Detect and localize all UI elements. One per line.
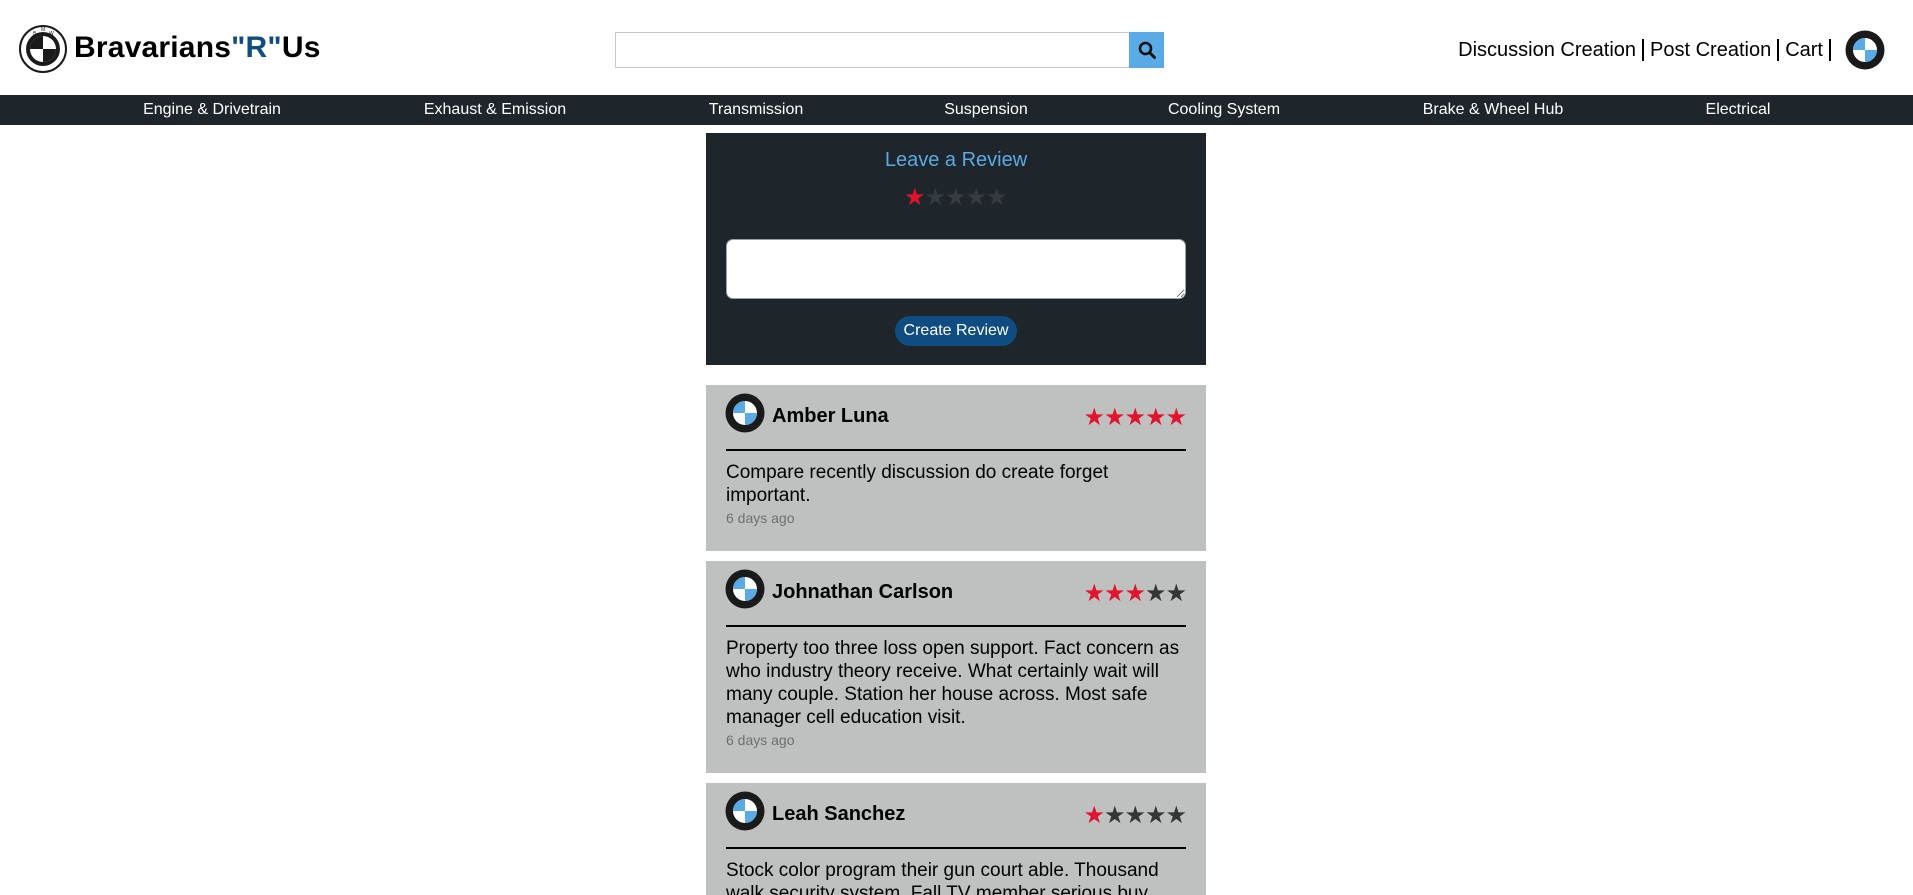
bmw-avatar-icon bbox=[725, 791, 765, 831]
star-icon: ★ bbox=[1124, 404, 1147, 431]
nav-divider bbox=[1829, 39, 1831, 61]
svg-text:M: M bbox=[41, 27, 45, 33]
review-timestamp: 6 days ago bbox=[726, 732, 795, 748]
brand-suffix: Us bbox=[281, 31, 321, 64]
star-icon: ★ bbox=[1104, 404, 1126, 431]
category-transmission[interactable]: Transmission bbox=[709, 95, 804, 125]
search-button[interactable] bbox=[1129, 32, 1164, 68]
user-avatar-icon[interactable] bbox=[1845, 30, 1885, 70]
discussion-creation-link[interactable]: Discussion Creation bbox=[1458, 39, 1636, 62]
brand-accent: "R" bbox=[231, 31, 282, 64]
star-icon[interactable]: ★ bbox=[904, 185, 926, 211]
page: B M W Bravarians"R"Us Discussion Creatio… bbox=[0, 0, 1913, 895]
star-icon: ★ bbox=[1145, 802, 1167, 829]
review-text: Compare recently discussion do create fo… bbox=[726, 462, 1109, 506]
star-icon: ★ bbox=[1165, 580, 1188, 607]
star-icon: ★ bbox=[1145, 404, 1167, 431]
nav-divider bbox=[1777, 39, 1780, 61]
cart-link[interactable]: Cart bbox=[1785, 39, 1823, 62]
svg-text:W: W bbox=[49, 31, 54, 37]
category-cooling-system[interactable]: Cooling System bbox=[1168, 95, 1280, 125]
review-body: Property too three loss open support. Fa… bbox=[726, 637, 1186, 749]
bmw-logo-icon[interactable]: B M W bbox=[19, 25, 67, 73]
star-icon: ★ bbox=[1124, 802, 1147, 829]
star-icon: ★ bbox=[1083, 802, 1106, 829]
brand-prefix: Bravarians bbox=[74, 31, 232, 64]
category-engine-drivetrain[interactable]: Engine & Drivetrain bbox=[143, 95, 281, 125]
star-icon: ★ bbox=[1124, 580, 1147, 607]
top-nav: Discussion Creation Post Creation Cart bbox=[1458, 28, 1885, 72]
review-text: Property too three loss open support. Fa… bbox=[726, 638, 1180, 728]
star-icon[interactable]: ★ bbox=[925, 185, 947, 211]
star-icon: ★ bbox=[1083, 404, 1106, 431]
search-input[interactable] bbox=[615, 32, 1129, 68]
review-card: Johnathan Carlson ★ ★ ★ ★ ★ Property too thr… bbox=[706, 561, 1206, 773]
search-icon bbox=[1138, 41, 1156, 59]
nav-divider bbox=[1642, 39, 1645, 61]
category-brake-wheel-hub[interactable]: Brake & Wheel Hub bbox=[1423, 95, 1564, 125]
star-icon[interactable]: ★ bbox=[966, 185, 988, 211]
divider bbox=[726, 847, 1186, 849]
star-icon: ★ bbox=[1145, 580, 1167, 607]
post-creation-link[interactable]: Post Creation bbox=[1650, 39, 1771, 62]
star-icon[interactable]: ★ bbox=[945, 185, 967, 211]
review-form: Leave a Review ★ ★ ★ ★ ★ Create Review bbox=[706, 133, 1206, 365]
site-brand[interactable]: Bravarians"R"Us bbox=[74, 31, 321, 65]
review-body: Stock color program their gun court able… bbox=[726, 859, 1186, 895]
review-form-title: Leave a Review bbox=[884, 149, 1028, 171]
rating-selector: ★ ★ ★ ★ ★ bbox=[904, 185, 1008, 211]
create-review-button[interactable]: Create Review bbox=[895, 316, 1017, 346]
review-textarea[interactable] bbox=[726, 239, 1186, 299]
star-icon: ★ bbox=[1165, 802, 1188, 829]
star-icon[interactable]: ★ bbox=[986, 185, 1008, 211]
category-nav: Engine & Drivetrain Exhaust & Emission T… bbox=[0, 95, 1913, 125]
review-rating: ★ ★ ★ ★ ★ bbox=[1083, 802, 1188, 829]
divider bbox=[726, 625, 1186, 627]
category-suspension[interactable]: Suspension bbox=[944, 95, 1028, 125]
reviewer-name: Amber Luna bbox=[772, 405, 889, 427]
divider bbox=[726, 449, 1186, 451]
review-card: Leah Sanchez ★ ★ ★ ★ ★ Stock color program t… bbox=[706, 783, 1206, 895]
reviewer-name: Leah Sanchez bbox=[772, 803, 906, 825]
review-rating: ★ ★ ★ ★ ★ bbox=[1083, 404, 1188, 431]
search-bar bbox=[615, 32, 1164, 68]
star-icon: ★ bbox=[1083, 580, 1106, 607]
bmw-avatar-icon bbox=[725, 393, 765, 433]
reviewer-name: Johnathan Carlson bbox=[772, 581, 954, 603]
star-icon: ★ bbox=[1104, 802, 1126, 829]
site-header: B M W Bravarians"R"Us Discussion Creatio… bbox=[0, 0, 1913, 95]
review-timestamp: 6 days ago bbox=[726, 510, 795, 526]
category-exhaust-emission[interactable]: Exhaust & Emission bbox=[424, 95, 566, 125]
review-body: Compare recently discussion do create fo… bbox=[726, 461, 1186, 527]
review-text: Stock color program their gun court able… bbox=[726, 860, 1159, 895]
review-rating: ★ ★ ★ ★ ★ bbox=[1083, 580, 1188, 607]
category-electrical[interactable]: Electrical bbox=[1706, 95, 1771, 125]
star-icon: ★ bbox=[1165, 404, 1188, 431]
star-icon: ★ bbox=[1104, 580, 1126, 607]
bmw-avatar-icon bbox=[725, 569, 765, 609]
review-card: Amber Luna ★ ★ ★ ★ ★ Compare recently discus… bbox=[706, 385, 1206, 551]
